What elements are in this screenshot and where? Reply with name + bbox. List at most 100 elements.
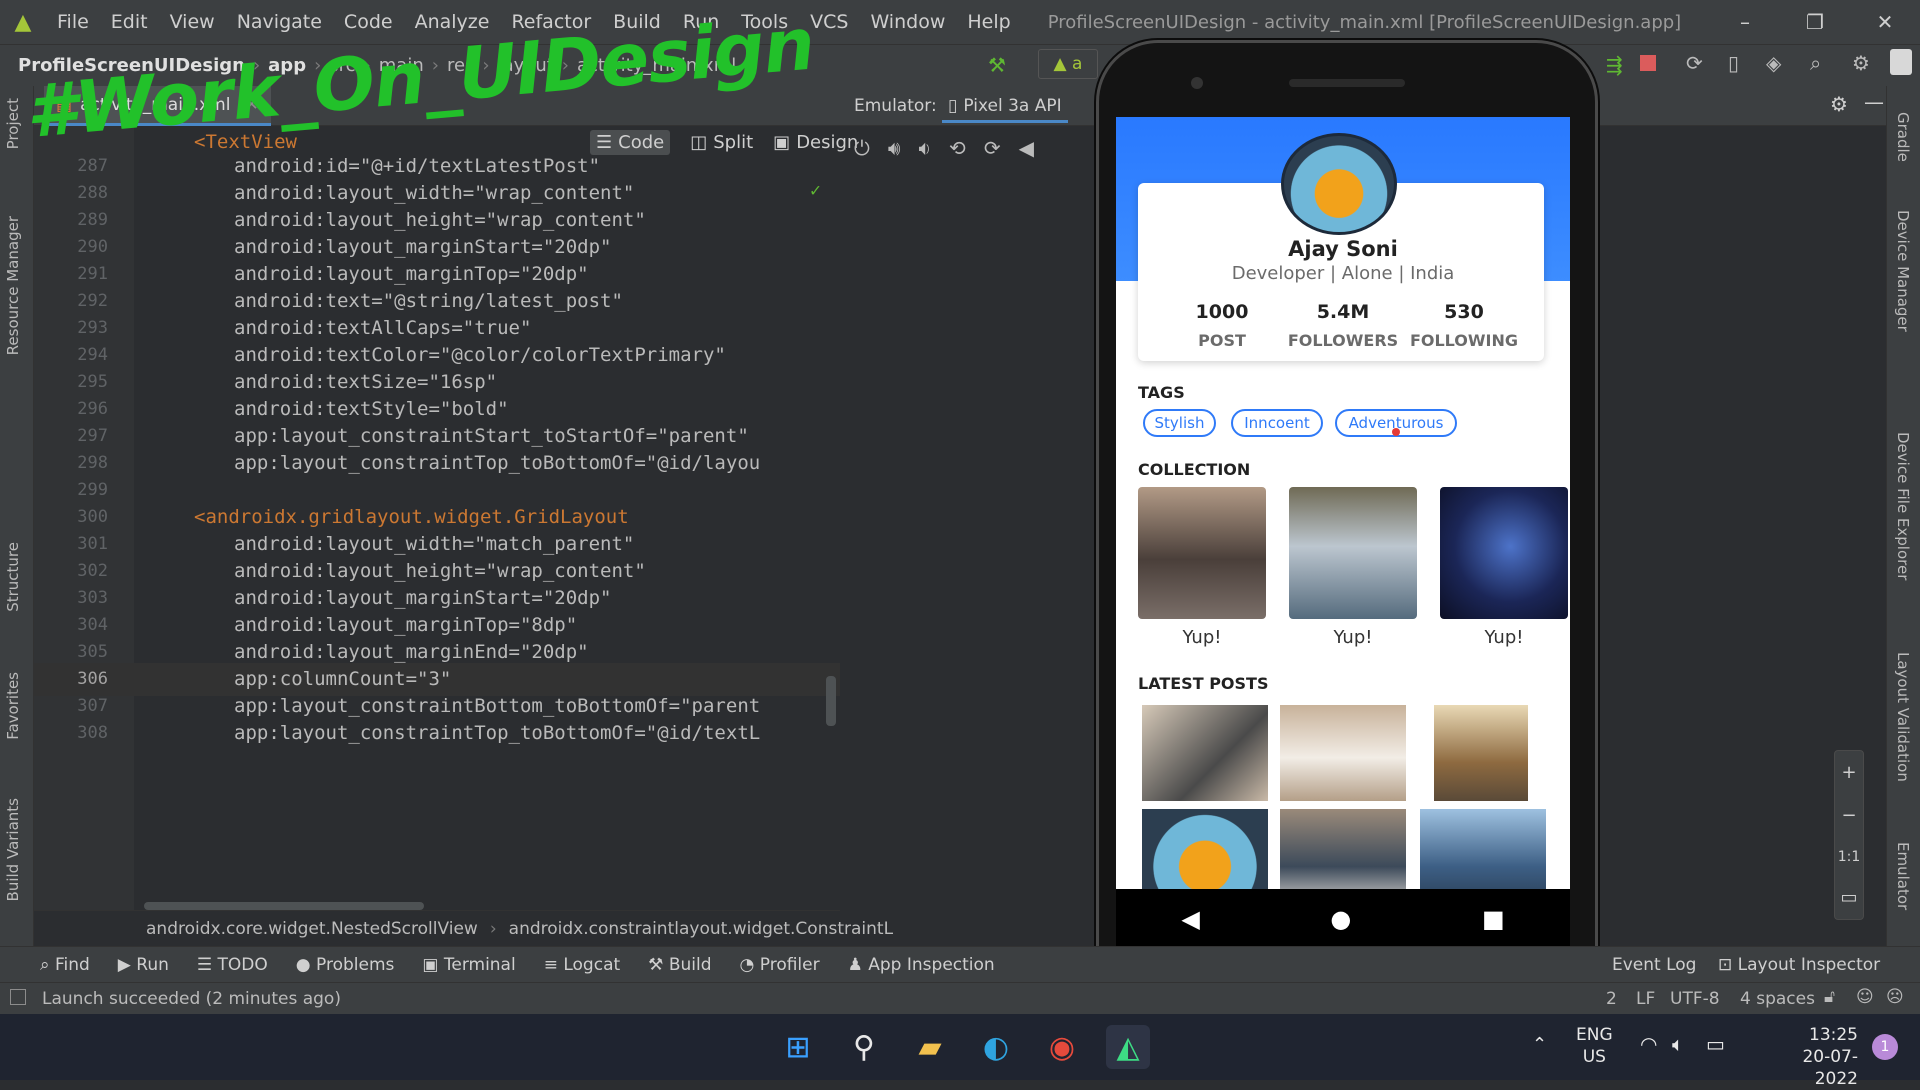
tool-app-inspection[interactable]: ♟ App Inspection bbox=[848, 955, 995, 975]
menu-code[interactable]: Code bbox=[333, 11, 404, 33]
menu-view[interactable]: View bbox=[159, 11, 226, 33]
phone-screen[interactable]: Ajay Soni Developer | Alone | India 1000… bbox=[1116, 117, 1570, 889]
stat-following[interactable]: 530 FOLLOWING bbox=[1396, 301, 1532, 350]
tag-chip-stylish[interactable]: Stylish bbox=[1143, 409, 1216, 437]
back-icon[interactable]: ◀ bbox=[1019, 136, 1034, 160]
notification-badge[interactable]: 1 bbox=[1872, 1034, 1898, 1060]
menu-help[interactable]: Help bbox=[956, 11, 1021, 33]
input-language[interactable]: ENG US bbox=[1576, 1024, 1613, 1068]
stat-followers[interactable]: 5.4M FOLLOWERS bbox=[1275, 301, 1411, 350]
start-windows-icon[interactable]: ⊞ bbox=[776, 1025, 820, 1069]
horizontal-scrollbar[interactable] bbox=[144, 902, 424, 910]
tool-tab-device-file-explorer[interactable]: Device File Explorer bbox=[1894, 432, 1912, 580]
chrome-browser-icon[interactable]: ◉ bbox=[1040, 1025, 1084, 1069]
settings-gear-icon[interactable]: ⚙ bbox=[1852, 51, 1870, 75]
tool-tab-project[interactable]: Project bbox=[4, 98, 22, 149]
menu-navigate[interactable]: Navigate bbox=[226, 11, 333, 33]
emulator-settings-icon[interactable]: ⚙ bbox=[1830, 92, 1848, 116]
nav-home-icon[interactable]: ● bbox=[1330, 905, 1351, 933]
latest-post-image[interactable] bbox=[1142, 705, 1268, 801]
toggle-tool-windows-icon[interactable] bbox=[10, 989, 26, 1005]
path-nested-scroll-view[interactable]: androidx.core.widget.NestedScrollView bbox=[146, 919, 478, 939]
zoom-in-icon[interactable]: + bbox=[1841, 762, 1856, 783]
collection-image[interactable] bbox=[1440, 487, 1568, 619]
split-mode-button[interactable]: ◫ Split bbox=[690, 130, 753, 155]
search-icon[interactable]: ⌕ bbox=[1810, 51, 1821, 75]
volume-up-icon[interactable]: 🔊︎ bbox=[888, 136, 901, 160]
close-icon[interactable]: ✕ bbox=[1850, 0, 1920, 44]
rotate-right-icon[interactable]: ⟳ bbox=[984, 136, 1001, 160]
volume-down-icon[interactable]: 🔉︎ bbox=[918, 136, 931, 160]
profile-avatar[interactable] bbox=[1281, 133, 1397, 235]
hide-panel-icon[interactable]: — bbox=[1864, 90, 1884, 114]
search-taskbar-icon[interactable]: ⚲ bbox=[842, 1025, 886, 1069]
tool-tab-layout-validation[interactable]: Layout Validation bbox=[1894, 652, 1912, 782]
apply-changes-icon[interactable]: ⇶ bbox=[1606, 53, 1623, 77]
status-encoding[interactable]: UTF-8 bbox=[1670, 989, 1720, 1009]
status-line-separator[interactable]: LF bbox=[1636, 989, 1655, 1009]
tool-tab-build-variants[interactable]: Build Variants bbox=[4, 798, 22, 901]
stat-post[interactable]: 1000 POST bbox=[1154, 301, 1290, 350]
volume-icon[interactable]: 🔈︎ bbox=[1672, 1032, 1684, 1056]
android-studio-taskbar-icon[interactable]: ◭ bbox=[1106, 1025, 1150, 1069]
menu-file[interactable]: File bbox=[46, 11, 100, 33]
tool-terminal[interactable]: ▣ Terminal bbox=[422, 955, 515, 975]
sdk-manager-icon[interactable]: ◈ bbox=[1766, 51, 1781, 75]
account-icon[interactable] bbox=[1890, 49, 1912, 75]
code-mode-button[interactable]: ☰ Code bbox=[590, 130, 671, 155]
edge-browser-icon[interactable]: ◐ bbox=[974, 1025, 1018, 1069]
menu-window[interactable]: Window bbox=[859, 11, 956, 33]
collection-image[interactable] bbox=[1138, 487, 1266, 619]
tool-profiler[interactable]: ◔ Profiler bbox=[740, 955, 820, 975]
device-manager-icon[interactable]: ▯ bbox=[1728, 51, 1739, 75]
tool-tab-structure[interactable]: Structure bbox=[4, 542, 22, 612]
minimize-icon[interactable]: – bbox=[1710, 0, 1780, 44]
latest-post-image[interactable] bbox=[1280, 809, 1406, 889]
tool-event-log[interactable]: Event Log bbox=[1612, 955, 1696, 975]
lock-icon[interactable]: 🔓︎ bbox=[1824, 987, 1835, 1007]
path-constraint-layout[interactable]: androidx.constraintlayout.widget.Constra… bbox=[509, 919, 893, 939]
latest-post-image[interactable] bbox=[1420, 809, 1546, 889]
wifi-icon[interactable]: ◠ bbox=[1640, 1032, 1657, 1056]
latest-post-image[interactable] bbox=[1142, 809, 1268, 889]
nav-recents-icon[interactable]: ■ bbox=[1482, 905, 1505, 933]
rotate-left-icon[interactable]: ⟲ bbox=[949, 136, 966, 160]
zoom-actual-icon[interactable]: 1:1 bbox=[1838, 849, 1861, 865]
tool-tab-resource-manager[interactable]: Resource Manager bbox=[4, 216, 22, 355]
tool-todo[interactable]: ☰ TODO bbox=[197, 955, 268, 975]
show-hidden-icons[interactable]: ⌃ bbox=[1532, 1034, 1547, 1055]
status-indent[interactable]: 4 spaces bbox=[1740, 989, 1815, 1009]
tool-run[interactable]: ▶ Run bbox=[118, 955, 169, 975]
tool-find[interactable]: ⌕ Find bbox=[40, 955, 90, 975]
stop-icon[interactable] bbox=[1640, 55, 1656, 71]
tool-tab-emulator[interactable]: Emulator bbox=[1894, 842, 1912, 910]
build-hammer-icon[interactable]: ⚒ bbox=[988, 53, 1006, 77]
menu-edit[interactable]: Edit bbox=[100, 11, 159, 33]
tag-chip-inncoent[interactable]: Inncoent bbox=[1231, 409, 1323, 437]
latest-post-image[interactable] bbox=[1280, 705, 1406, 801]
collection-image[interactable] bbox=[1289, 487, 1417, 619]
tool-tab-gradle[interactable]: Gradle bbox=[1894, 112, 1912, 162]
tool-tab-device-manager[interactable]: Device Manager bbox=[1894, 210, 1912, 332]
memory-indicator-icon[interactable]: ☺ bbox=[1856, 987, 1874, 1007]
status-line-col[interactable]: 2 bbox=[1606, 989, 1617, 1009]
editor-scrollbar[interactable] bbox=[826, 676, 836, 726]
tool-problems[interactable]: ● Problems bbox=[296, 955, 395, 975]
tool-build[interactable]: ⚒ Build bbox=[648, 955, 711, 975]
latest-post-image[interactable] bbox=[1434, 705, 1528, 801]
restore-icon[interactable]: ❐ bbox=[1780, 0, 1850, 44]
code-editor[interactable]: <TextView 287 android:id="@+id/textLatest… bbox=[34, 126, 840, 910]
run-config-selector[interactable]: ▲ a bbox=[1038, 49, 1098, 79]
battery-icon[interactable]: ▭ bbox=[1706, 1032, 1725, 1056]
file-explorer-icon[interactable]: ▰ bbox=[908, 1025, 952, 1069]
zoom-out-icon[interactable]: − bbox=[1841, 805, 1856, 826]
zoom-fit-icon[interactable]: ▭ bbox=[1840, 887, 1857, 908]
sync-icon[interactable]: ⟳ bbox=[1686, 51, 1703, 75]
tab-emulator-device[interactable]: ▯ Pixel 3a API bbox=[942, 92, 1068, 123]
clock[interactable]: 13:25 20-07-2022 bbox=[1762, 1024, 1858, 1090]
power-icon[interactable]: ⏻ bbox=[854, 136, 870, 160]
feedback-icon[interactable]: ☹ bbox=[1886, 987, 1904, 1007]
tool-layout-inspector[interactable]: ⊡ Layout Inspector bbox=[1718, 955, 1880, 975]
tool-logcat[interactable]: ≡ Logcat bbox=[544, 955, 620, 975]
tool-tab-favorites[interactable]: Favorites bbox=[4, 672, 22, 740]
